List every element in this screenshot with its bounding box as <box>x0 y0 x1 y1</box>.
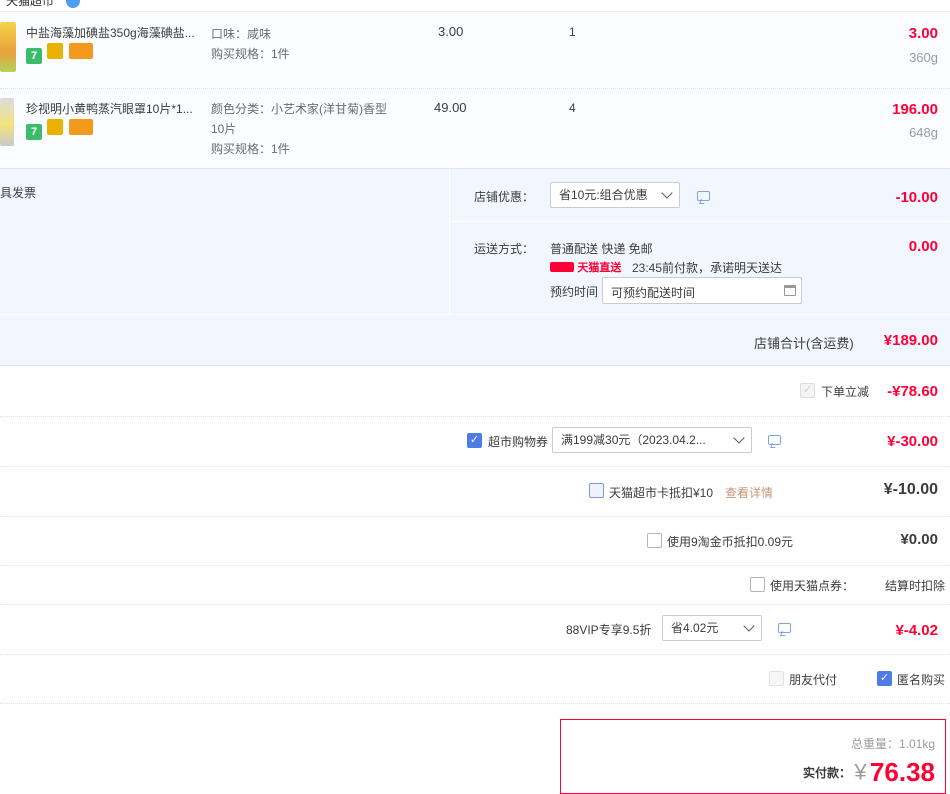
shop-discount-value: 省10元:组合优惠 <box>559 188 648 202</box>
tmall-points-note: 结算时扣除 <box>885 579 946 593</box>
cart-item-row: 中盐海藻加碘盐350g海藻碘盐... 7 口味：咸味 购买规格：1件 3.00 … <box>0 12 950 88</box>
coupon-value: 满199减30元（2023.04.2... <box>561 433 706 447</box>
anonymous-checkbox[interactable]: ✓ <box>877 671 892 686</box>
pay-amount: 76.38 <box>869 757 935 787</box>
shipping-label: 运送方式： <box>474 242 535 256</box>
vip-value: 省4.02元 <box>671 621 719 635</box>
tmall-direct-badge: 天猫直送 <box>550 259 622 274</box>
shop-total-amount: ¥189.00 <box>883 332 938 349</box>
tmall-card-checkbox[interactable] <box>589 483 604 498</box>
coupon-select[interactable]: 满199减30元（2023.04.2... <box>552 427 752 453</box>
product-weight: 360g <box>909 50 938 65</box>
anonymous-label: 匿名购买 <box>897 673 946 687</box>
chevron-down-icon <box>733 432 745 444</box>
panel-vertical-divider <box>449 169 450 314</box>
chevron-down-icon <box>661 187 673 199</box>
chat-icon[interactable] <box>778 623 791 633</box>
vip-amount: ¥-4.02 <box>895 622 938 639</box>
tmall-card-amount: ¥-10.00 <box>883 481 938 498</box>
order-discount-label: 下单立减 <box>821 385 870 399</box>
coupon-checkbox[interactable]: ✓ <box>467 433 482 448</box>
appointment-label: 预约时间 <box>550 285 599 299</box>
tmall-card-label: 天猫超市卡抵扣¥10 <box>609 486 714 500</box>
row-divider <box>0 565 950 566</box>
product-unit-price: 3.00 <box>438 24 464 39</box>
pay-label: 实付款： <box>802 766 851 780</box>
row-divider <box>0 703 950 704</box>
row-divider <box>0 416 950 417</box>
chevron-down-icon <box>743 620 755 632</box>
seven-day-return-icon: 7 <box>26 124 42 140</box>
guarantee-icon <box>47 119 64 135</box>
appointment-placeholder: 可预约配送时间 <box>611 286 696 300</box>
row-divider <box>0 604 950 605</box>
shipping-amount: 0.00 <box>908 238 938 255</box>
shop-discount-label: 店铺优惠： <box>474 190 535 204</box>
appointment-input[interactable]: 可预约配送时间 <box>602 277 802 304</box>
coupon-amount: ¥-30.00 <box>887 433 938 450</box>
card-payment-icon <box>68 119 93 135</box>
row-divider <box>0 466 950 467</box>
invoice-label[interactable]: 具发票 <box>0 184 36 201</box>
vip-select[interactable]: 省4.02元 <box>662 615 762 641</box>
total-weight: 总重量：1.01kg <box>851 735 935 752</box>
taojinbi-amount: ¥0.00 <box>900 531 938 548</box>
card-payment-icon <box>68 43 93 59</box>
order-summary-box: 总重量：1.01kg 实付款： ¥ 76.38 <box>560 719 946 794</box>
panel-row-divider <box>0 314 950 315</box>
product-thumbnail[interactable] <box>0 22 16 72</box>
product-badges: 7 <box>26 43 93 64</box>
product-title[interactable]: 中盐海藻加碘盐350g海藻碘盐... <box>26 24 195 41</box>
currency-symbol: ¥ <box>854 759 867 785</box>
shop-total-label: 店铺合计(含运费) <box>754 336 854 351</box>
shipping-promise: 23:45前付款，承诺明天送达 <box>632 261 783 275</box>
tmall-points-label: 使用天猫点券： <box>770 579 855 593</box>
product-quantity: 1 <box>569 25 576 39</box>
order-discount-amount: -¥78.60 <box>887 383 938 400</box>
coupon-label: 超市购物券 <box>488 435 549 449</box>
tmall-points-checkbox[interactable] <box>750 577 765 592</box>
tmall-card-details-link[interactable]: 查看详情 <box>725 484 773 501</box>
store-info-icon[interactable] <box>66 0 80 8</box>
store-name[interactable]: 天猫超市 <box>6 0 54 9</box>
product-attr-spec: 购买规格：1件 <box>211 142 290 156</box>
total-weight-label: 总重量： <box>850 737 899 751</box>
chat-icon[interactable] <box>697 191 710 201</box>
calendar-icon[interactable] <box>784 285 796 296</box>
friend-pay-checkbox[interactable] <box>769 671 784 686</box>
cart-item-row: 珍视明小黄鸭蒸汽眼罩10片*1... 7 颜色分类：小艺术家(洋甘菊)香型 10… <box>0 88 950 168</box>
shop-discount-select[interactable]: 省10元:组合优惠 <box>550 182 680 208</box>
seven-day-return-icon: 7 <box>26 48 42 64</box>
taojinbi-checkbox[interactable] <box>647 533 662 548</box>
product-attr-color-cont: 10片 <box>211 122 237 136</box>
shop-discount-amount: -10.00 <box>895 189 938 206</box>
guarantee-icon <box>47 43 64 59</box>
product-title[interactable]: 珍视明小黄鸭蒸汽眼罩10片*1... <box>26 100 193 117</box>
product-weight: 648g <box>909 125 938 140</box>
taojinbi-label: 使用9淘金币抵扣0.09元 <box>667 535 794 549</box>
chat-icon[interactable] <box>768 435 781 445</box>
shipping-method: 普通配送 快递 免邮 <box>550 242 653 256</box>
product-thumbnail[interactable] <box>0 98 14 146</box>
tmall-cat-icon <box>550 262 574 272</box>
pay-amount-row: 实付款： ¥ 76.38 <box>803 757 935 788</box>
vip-label: 88VIP专享9.5折 <box>566 623 652 637</box>
row-divider <box>0 516 950 517</box>
tmall-direct-text: 天猫直送 <box>577 262 622 274</box>
product-attr-spec: 购买规格：1件 <box>211 47 290 61</box>
product-unit-price: 49.00 <box>434 100 467 115</box>
row-divider <box>0 654 950 655</box>
product-quantity: 4 <box>569 101 576 115</box>
friend-pay-label: 朋友代付 <box>789 673 838 687</box>
product-subtotal: 3.00 <box>908 25 938 42</box>
panel-row-divider <box>450 221 950 222</box>
product-subtotal: 196.00 <box>892 101 938 118</box>
product-attr-flavor: 口味：咸味 <box>211 27 272 41</box>
total-weight-value: 1.01kg <box>898 737 935 751</box>
order-discount-checkbox[interactable]: ✓ <box>800 383 815 398</box>
product-attr-color: 颜色分类：小艺术家(洋甘菊)香型 <box>211 102 387 116</box>
product-badges: 7 <box>26 119 93 140</box>
